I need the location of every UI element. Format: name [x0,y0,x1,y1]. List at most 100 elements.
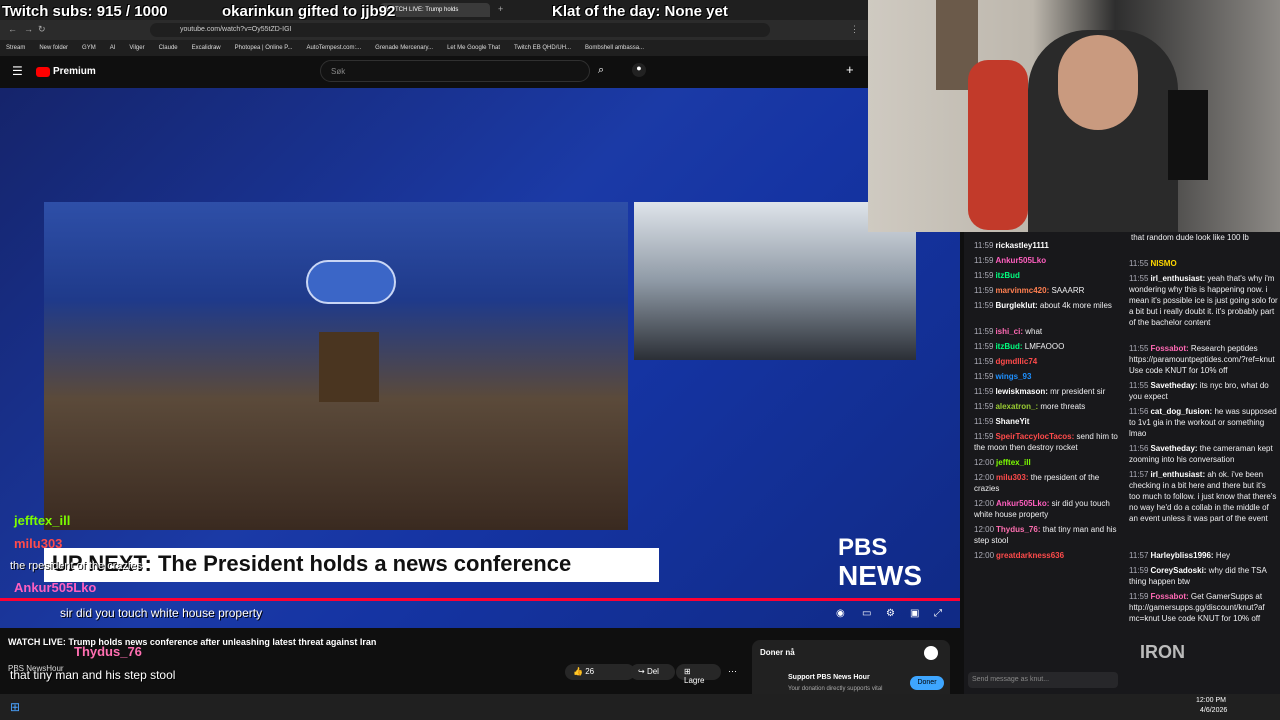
twitch-chat-panel: 11:59 rickastley1111 11:59 Ankur505Lko 11:59… [964,232,1280,694]
create-icon[interactable]: + [846,62,854,77]
chat-message: 11:55 Savetheday: its nyc bro, what do yo… [1129,380,1279,402]
bookmark-item[interactable]: Photopea | Online P... [235,45,293,51]
chat-timestamp: 11:59 [974,342,994,351]
chat-username[interactable]: Savetheday: [1150,444,1199,453]
chat-username[interactable]: Fossabot: [1150,344,1190,353]
video-progress-bar[interactable] [0,598,960,601]
chat-timestamp: 12:00 [974,525,995,534]
chat-username[interactable]: jefftex_ill [996,458,1031,467]
chat-input[interactable]: Send message as knut... [968,672,1118,688]
video-player[interactable]: UP NEXT: The President holds a news conf… [0,88,960,628]
chat-username[interactable]: cat_dog_fusion: [1150,407,1214,416]
chat-message: 11:56 Savetheday: the cameraman kept zoom… [1129,443,1279,465]
chat-message: 11:57 irl_enthusiast: ah ok. i've been ch… [1129,469,1279,524]
forward-icon[interactable]: → [24,24,33,34]
donate-header: Doner nå [760,648,795,657]
chat-username[interactable]: SpeirTaccylocTacos: [995,432,1076,441]
bookmark-item[interactable]: Excalidraw [192,45,221,51]
search-icon[interactable]: ⌕ [598,64,604,77]
chat-username[interactable]: NISMO [1150,259,1176,268]
chat-username[interactable]: dgmdllic74 [995,357,1037,366]
bookmarks-bar: Stream New folder GYM AI Vilger Claude E… [0,40,868,56]
overlay-chat-3: Ankur505Lko [14,580,96,595]
chat-username[interactable]: milu303: [996,473,1031,482]
chat-timestamp: 11:59 [974,387,994,396]
chat-username[interactable]: Harleybliss1996: [1150,551,1215,560]
chat-timestamp: 11:59 [974,301,994,310]
chat-message: 11:59 itzBud [974,270,1124,281]
podium [319,332,379,402]
bookmark-item[interactable]: Grenade Mercenary... [375,45,433,51]
youtube-logo-text: Premium [53,66,96,77]
chat-username[interactable]: alexatron_: [995,402,1040,411]
chat-username[interactable]: Burgleklut: [995,301,1039,310]
reload-icon[interactable]: ↻ [38,24,46,35]
chat-message: 11:59 wings_93 [974,371,1124,382]
chat-username[interactable]: Thydus_76: [996,525,1043,534]
autoplay-toggle-icon[interactable]: ◉ [836,608,845,619]
iron-sponsor-logo: IRON [1140,642,1185,662]
chat-timestamp: 11:59 [1129,566,1149,575]
back-icon[interactable]: ← [8,24,17,34]
chat-username[interactable]: Savetheday: [1150,381,1199,390]
miniplayer-icon[interactable]: ▣ [910,608,919,619]
bookmark-item[interactable]: Let Me Google That [447,45,500,51]
chat-username[interactable]: ishi_ci: [995,327,1025,336]
chat-username[interactable]: greatdarkness636 [996,551,1064,560]
bookmark-item[interactable]: Bombshell ambassa... [585,45,644,51]
youtube-logo[interactable]: Premium [36,66,96,77]
overlay-chat-msg: sir did you touch white house property [60,606,263,620]
save-button[interactable]: ⊞ Lagre [676,664,721,685]
chat-message: 11:59 dgmdllic74 [974,356,1124,367]
chat-username[interactable]: Fossabot: [1150,592,1190,601]
chat-timestamp: 11:59 [1129,592,1149,601]
new-tab-icon[interactable]: + [498,4,503,14]
chat-username[interactable]: marvinmc420: [995,286,1051,295]
bookmark-item[interactable]: Claude [159,45,178,51]
url-input[interactable]: youtube.com/watch?v=Oy55tZD-IGI [150,23,770,37]
chat-username[interactable]: Ankur505Lko: [996,499,1052,508]
chat-message: 11:59 SpeirTaccylocTacos: send him to the… [974,431,1124,453]
mic-icon[interactable]: ● [632,63,646,77]
chat-timestamp: 12:00 [974,499,995,508]
chat-username[interactable]: wings_93 [995,372,1031,381]
youtube-header: ☰ Premium Søk ⌕ ● + [0,56,868,88]
menu-dots-icon[interactable]: ⋮ [850,24,859,35]
chat-message: 12:00 greatdarkness636 [974,550,1124,561]
settings-gear-icon[interactable]: ⚙ [886,608,895,619]
bookmark-item[interactable]: AI [110,45,116,51]
chat-username[interactable]: irl_enthusiast: [1150,274,1207,283]
chat-username[interactable]: lewiskmason: [995,387,1050,396]
start-icon[interactable]: ⊞ [10,700,20,714]
subtitles-icon[interactable]: ▭ [862,608,871,619]
donate-button[interactable]: Doner [910,676,944,690]
fullscreen-icon[interactable]: ⤢ [934,608,942,619]
overlay-chat-1: jefftex_ill [14,513,70,528]
chat-username[interactable]: CoreySadoski: [1150,566,1208,575]
browser-tab-active[interactable]: WATCH LIVE: Trump holds [380,3,490,17]
donate-title: Support PBS News Hour [788,674,870,681]
like-button[interactable]: 👍 26 [565,664,635,680]
share-button[interactable]: ↪ Del [630,664,675,680]
chat-message: 11:59 ishi_ci: what [974,326,1124,337]
hamburger-menu-icon[interactable]: ☰ [12,64,23,78]
chat-username[interactable]: itzBud [995,271,1019,280]
search-input[interactable]: Søk [320,60,590,82]
windows-taskbar: ⊞ 12:00 PM 4/6/2026 [0,694,1280,720]
bookmark-item[interactable]: AutoTempest.com:... [306,45,361,51]
more-options-icon[interactable]: ⋯ [728,666,737,677]
chat-username[interactable]: irl_enthusiast: [1150,470,1207,479]
klat-of-day: Klat of the day: None yet [552,3,728,20]
chat-username[interactable]: itzBud: [995,342,1024,351]
bookmark-item[interactable]: Twitch EB QHD/UH... [514,45,571,51]
chat-message: that random dude look like 100 lb [1129,232,1279,243]
bookmark-item[interactable]: Stream [6,45,25,51]
chat-username[interactable]: ShaneYit [995,417,1029,426]
tab-title: WATCH LIVE: Trump holds [386,7,459,13]
bookmark-item[interactable]: GYM [82,45,96,51]
chat-username[interactable]: rickastley1111 [995,241,1048,250]
bookmark-item[interactable]: Vilger [129,45,144,51]
bookmark-item[interactable]: New folder [39,45,68,51]
chat-username[interactable]: Ankur505Lko [995,256,1046,265]
chat-message: 11:55 irl_enthusiast: yeah that's why i'm… [1129,273,1279,328]
